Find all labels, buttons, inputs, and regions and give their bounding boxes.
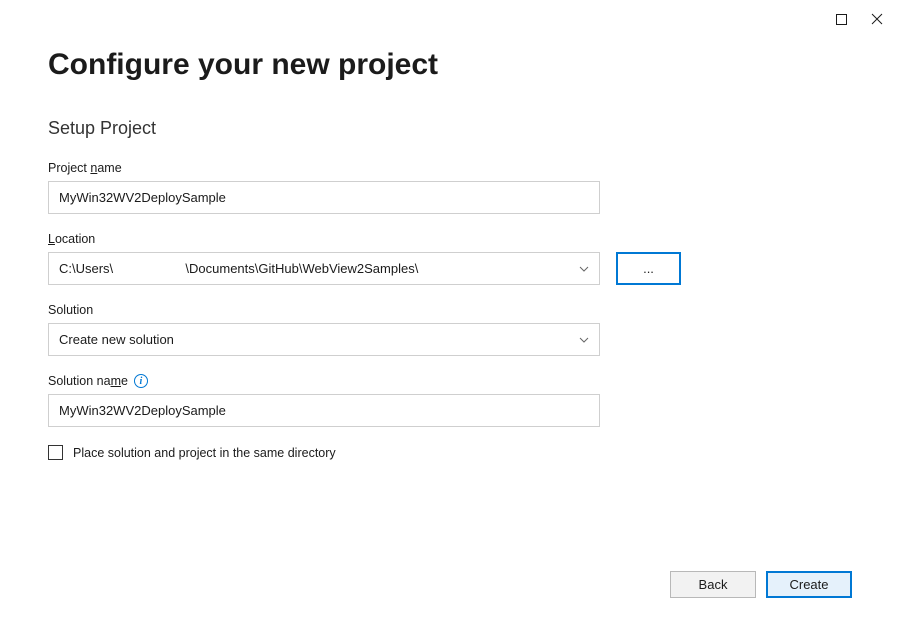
info-icon[interactable]: i	[134, 374, 148, 388]
page-subtitle: Setup Project	[48, 118, 852, 139]
create-label: Create	[789, 577, 828, 592]
location-combo[interactable]: C:\Users\ \Documents\GitHub\WebView2Samp…	[48, 252, 600, 285]
same-directory-label: Place solution and project in the same d…	[73, 446, 336, 460]
create-button[interactable]: Create	[766, 571, 852, 598]
dialog-footer: Back Create	[670, 571, 852, 598]
browse-label: ...	[643, 261, 654, 276]
location-label: Location	[48, 232, 852, 246]
same-directory-checkbox[interactable]	[48, 445, 63, 460]
close-button[interactable]	[868, 10, 886, 28]
maximize-button[interactable]	[832, 10, 850, 28]
dialog-body: Configure your new project Setup Project…	[0, 0, 900, 460]
project-name-input[interactable]: MyWin32WV2DeploySample	[48, 181, 600, 214]
same-directory-row: Place solution and project in the same d…	[48, 445, 852, 460]
location-group: Location C:\Users\ \Documents\GitHub\Web…	[48, 232, 852, 285]
solution-name-value: MyWin32WV2DeploySample	[59, 403, 226, 418]
location-value: C:\Users\ \Documents\GitHub\WebView2Samp…	[59, 261, 418, 276]
chevron-down-icon	[579, 264, 589, 274]
back-label: Back	[699, 577, 728, 592]
solution-group: Solution Create new solution	[48, 303, 852, 356]
solution-value: Create new solution	[59, 332, 174, 347]
chevron-down-icon	[579, 335, 589, 345]
browse-button[interactable]: ...	[616, 252, 681, 285]
solution-name-label: Solution name i	[48, 374, 852, 388]
solution-label: Solution	[48, 303, 852, 317]
window-titlebar	[818, 0, 900, 38]
solution-name-group: Solution name i MyWin32WV2DeploySample	[48, 374, 852, 427]
solution-combo[interactable]: Create new solution	[48, 323, 600, 356]
back-button[interactable]: Back	[670, 571, 756, 598]
page-title: Configure your new project	[48, 48, 852, 82]
project-name-group: Project name MyWin32WV2DeploySample	[48, 161, 852, 214]
project-name-value: MyWin32WV2DeploySample	[59, 190, 226, 205]
solution-name-input[interactable]: MyWin32WV2DeploySample	[48, 394, 600, 427]
project-name-label: Project name	[48, 161, 852, 175]
